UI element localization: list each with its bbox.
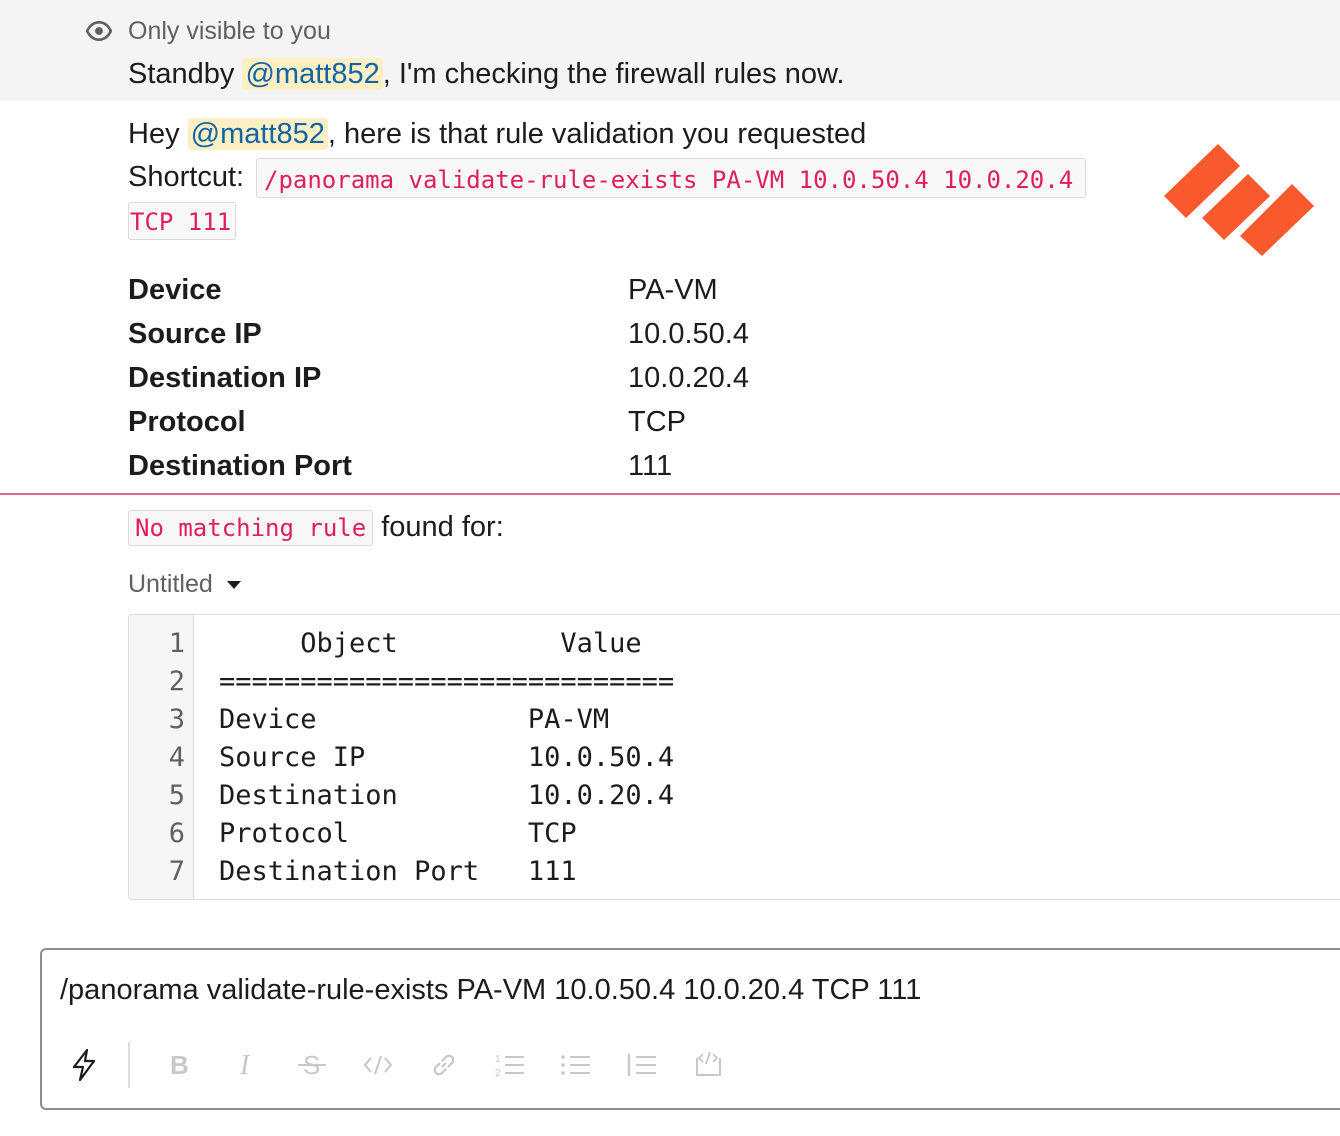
shortcut-label: Shortcut:: [128, 161, 245, 193]
formatting-toolbar: B I S 1 2: [58, 1040, 748, 1090]
strikethrough-icon: S: [298, 1050, 326, 1080]
line-text: Source IP 10.0.50.4: [219, 742, 675, 773]
message-composer[interactable]: /panorama validate-rule-exists PA-VM 10.…: [40, 948, 1340, 1110]
message-input[interactable]: /panorama validate-rule-exists PA-VM 10.…: [60, 970, 921, 1010]
line-number: 6: [168, 818, 185, 849]
shortcut-code-line1: /panorama validate-rule-exists PA-VM 10.…: [264, 166, 1074, 194]
field-value: 10.0.50.4: [628, 318, 749, 350]
user-mention[interactable]: @matt852: [187, 118, 328, 150]
eye-icon: [86, 21, 112, 41]
greeting-line: Hey @matt852, here is that rule validati…: [128, 115, 866, 153]
snippet-title-button[interactable]: Untitled: [128, 570, 241, 599]
visibility-indicator: Only visible to you: [86, 16, 331, 46]
shortcuts-button[interactable]: [58, 1043, 110, 1087]
bold-icon: B: [170, 1050, 189, 1080]
line-text: ============================: [219, 666, 675, 697]
result-line: No matching rule found for:: [128, 507, 504, 547]
italic-icon: I: [239, 1050, 251, 1080]
field-key: Protocol: [128, 406, 246, 438]
bold-button[interactable]: B: [154, 1043, 206, 1087]
user-mention[interactable]: @matt852: [242, 58, 383, 90]
line-text: Protocol TCP: [219, 818, 577, 849]
bulleted-list-icon: [561, 1055, 590, 1075]
strikethrough-button[interactable]: S: [286, 1043, 338, 1087]
code-block-icon: [696, 1051, 721, 1076]
ephemeral-text: Standby @matt852, I'm checking the firew…: [128, 55, 844, 93]
field-value: 111: [628, 450, 673, 482]
snippet-line: 6 Protocol TCP: [129, 815, 1340, 853]
field-key: Destination IP: [128, 362, 322, 394]
snippet-line: 1 Object Value: [129, 625, 1340, 663]
snippet-line: 5 Destination 10.0.20.4: [129, 777, 1340, 815]
toolbar-separator: [128, 1042, 130, 1088]
visibility-label: Only visible to you: [128, 16, 331, 45]
link-icon: [433, 1054, 455, 1076]
snippet-title: Untitled: [128, 570, 213, 598]
svg-text:2: 2: [495, 1068, 501, 1079]
blockquote-button[interactable]: [616, 1043, 668, 1087]
line-text: Destination Port 111: [219, 856, 577, 887]
greeting-after: , here is that rule validation you reque…: [327, 118, 867, 150]
result-text: found for:: [373, 511, 504, 543]
line-text: Destination 10.0.20.4: [219, 780, 675, 811]
ephemeral-text-after: , I'm checking the firewall rules now.: [382, 58, 845, 90]
ordered-list-icon: 1 2: [495, 1054, 524, 1079]
caret-down-icon: [226, 580, 241, 589]
line-text: Object Value: [219, 628, 642, 659]
line-number: 1: [168, 628, 185, 659]
italic-button[interactable]: I: [220, 1043, 272, 1087]
snippet-line: 2 ============================: [129, 663, 1340, 701]
snippet-line: 7 Destination Port 111: [129, 853, 1340, 891]
greeting-before: Hey: [128, 118, 188, 150]
palo-alto-logo: [1164, 144, 1314, 256]
line-number: 2: [168, 666, 185, 697]
ephemeral-text-before: Standby: [128, 58, 243, 90]
line-number: 4: [168, 742, 185, 773]
code-button[interactable]: [352, 1043, 404, 1087]
field-key: Destination Port: [128, 450, 352, 482]
blockquote-icon: [627, 1054, 656, 1076]
ephemeral-message: Only visible to you Standby @matt852, I'…: [0, 0, 1340, 101]
field-key: Device: [128, 274, 222, 306]
snippet-line: 4 Source IP 10.0.50.4: [129, 739, 1340, 777]
ordered-list-button[interactable]: 1 2: [484, 1043, 536, 1087]
field-value: 10.0.20.4: [628, 362, 749, 394]
svg-text:I: I: [239, 1050, 251, 1080]
shortcuts-icon: [72, 1048, 96, 1082]
code-icon: [363, 1055, 393, 1075]
result-code: No matching rule: [128, 510, 374, 546]
code-snippet: 1 Object Value 2 ========================…: [128, 614, 1340, 900]
field-key: Source IP: [128, 318, 262, 350]
line-text: Device PA-VM: [219, 704, 610, 735]
new-messages-divider: [0, 493, 1340, 495]
line-number: 3: [168, 704, 185, 735]
snippet-line: 3 Device PA-VM: [129, 701, 1340, 739]
line-number: 7: [168, 856, 185, 887]
svg-text:1: 1: [495, 1054, 501, 1065]
line-number: 5: [168, 780, 185, 811]
field-value: TCP: [628, 406, 686, 438]
link-button[interactable]: [418, 1043, 470, 1087]
code-block-button[interactable]: [682, 1043, 734, 1087]
bulleted-list-button[interactable]: [550, 1043, 602, 1087]
shortcut-code-line2: TCP 111: [130, 208, 232, 236]
field-value: PA-VM: [628, 274, 718, 306]
svg-text:B: B: [170, 1050, 189, 1080]
